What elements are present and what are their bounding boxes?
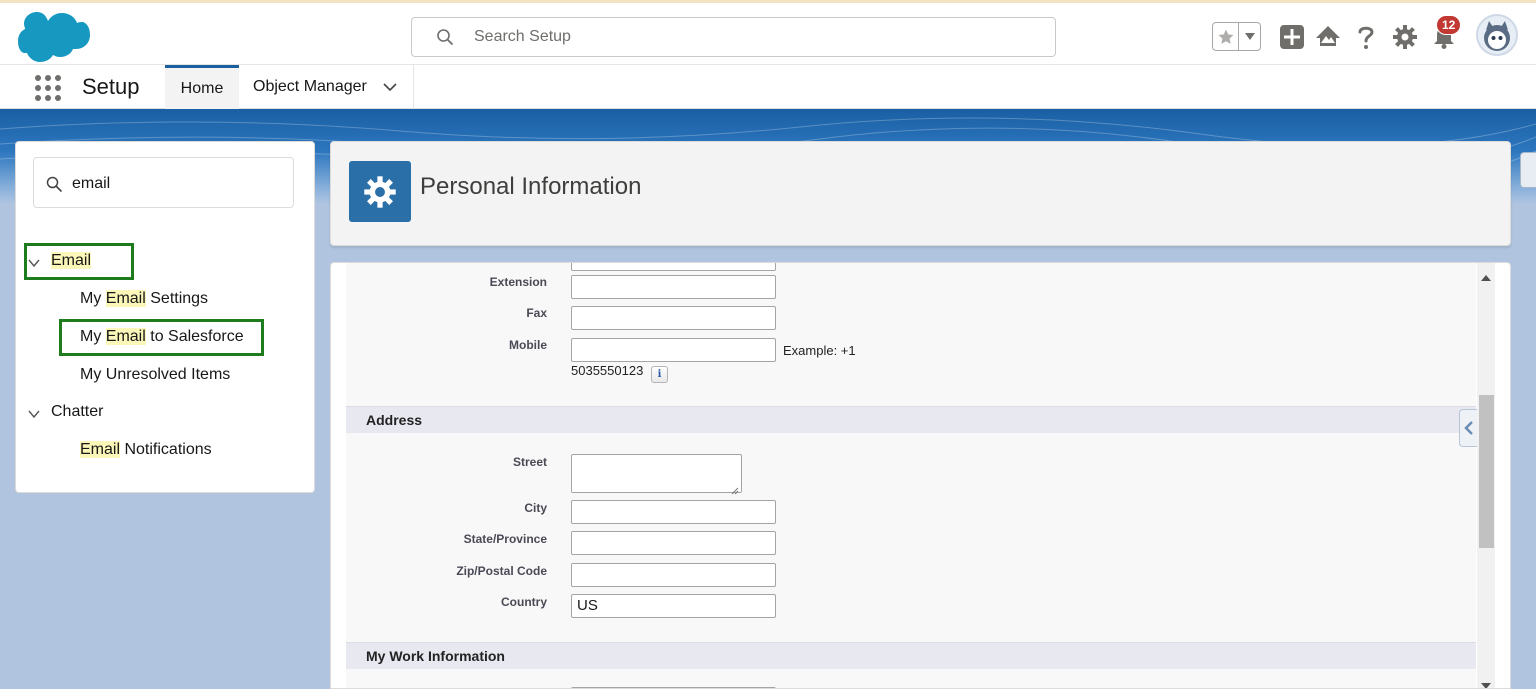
personal-information-form: Extension Fax Mobile Example: +1 5035550…: [346, 263, 1476, 688]
fax-field[interactable]: [571, 306, 776, 330]
country-label: Country: [501, 595, 547, 609]
country-field[interactable]: US: [571, 594, 776, 618]
tree-item-my-unresolved-items[interactable]: My Unresolved Items: [80, 366, 230, 384]
info-icon-glyph: i: [657, 369, 662, 380]
trailhead-icon[interactable]: [1314, 23, 1342, 51]
state-province-label: State/Province: [463, 532, 547, 546]
chevron-down-icon[interactable]: [383, 80, 397, 94]
app-launcher-icon[interactable]: [34, 74, 62, 102]
scrollbar-thumb[interactable]: [1479, 395, 1494, 548]
tab-object-manager-label: Object Manager: [253, 78, 367, 95]
salesforce-logo[interactable]: [18, 12, 90, 62]
collapse-panel-tab[interactable]: [1459, 409, 1477, 447]
global-header: 12: [0, 0, 1536, 65]
content-frame: Extension Fax Mobile Example: +1 5035550…: [330, 262, 1511, 689]
settings-gear-icon: [349, 161, 411, 222]
help-icon[interactable]: [1352, 23, 1380, 51]
street-label: Street: [512, 455, 547, 469]
page-header: Personal Information: [330, 141, 1511, 246]
work-information-section-header: My Work Information: [346, 642, 1476, 669]
page-title: Personal Information: [420, 173, 642, 200]
search-match-highlight: Email: [80, 441, 121, 458]
tab-object-manager[interactable]: Object Manager: [239, 65, 414, 109]
app-nav-bar: Setup Home Object Manager: [0, 65, 1536, 109]
tree-item-text: My: [80, 290, 106, 307]
tree-group-chatter-label: Chatter: [51, 403, 104, 420]
favorites-star-icon[interactable]: [1213, 23, 1240, 50]
tree-item-text: My Unresolved Items: [80, 366, 231, 383]
tree-item-my-email-settings[interactable]: My Email Settings: [80, 290, 208, 308]
highlight-box-email-to-salesforce: [59, 319, 264, 356]
mobile-field[interactable]: [571, 338, 776, 362]
tree-group-chatter[interactable]: Chatter: [51, 403, 103, 421]
global-actions-plus-icon[interactable]: [1278, 23, 1306, 51]
app-name: Setup: [82, 74, 140, 99]
mobile-example-text: Example: +1: [783, 343, 856, 358]
quick-find-input[interactable]: [72, 173, 282, 195]
highlight-box-email-group: [24, 243, 134, 280]
setup-gear-icon[interactable]: [1391, 23, 1419, 51]
search-icon: [436, 28, 454, 46]
city-field[interactable]: [571, 500, 776, 524]
mobile-example-number: 5035550123: [571, 363, 644, 378]
zip-postal-code-label: Zip/Postal Code: [456, 564, 547, 578]
tree-item-text: Settings: [145, 290, 209, 307]
fax-label: Fax: [526, 306, 547, 320]
extension-label: Extension: [489, 275, 547, 289]
user-avatar[interactable]: [1476, 14, 1518, 56]
vertical-scrollbar[interactable]: [1477, 263, 1495, 688]
resize-grip-icon[interactable]: [731, 482, 739, 495]
quick-find-box[interactable]: [33, 157, 294, 208]
mobile-label: Mobile: [509, 338, 547, 352]
chevron-down-icon[interactable]: [28, 407, 40, 419]
favorites-group: [1212, 22, 1261, 51]
state-province-field[interactable]: [571, 531, 776, 555]
city-label: City: [524, 501, 547, 515]
search-match-highlight: Email: [105, 290, 146, 307]
scroll-up-arrow-icon[interactable]: [1481, 269, 1491, 281]
street-textarea[interactable]: [571, 454, 742, 495]
setup-tree-panel: Email My Email Settings My Email to Sale…: [15, 141, 315, 493]
side-panel-toggle[interactable]: [1520, 152, 1536, 188]
search-setup-box[interactable]: [411, 17, 1056, 57]
info-icon[interactable]: i: [651, 366, 668, 383]
notification-count-badge: 12: [1436, 15, 1462, 35]
favorites-dropdown-icon[interactable]: [1239, 23, 1260, 50]
search-icon: [46, 176, 62, 192]
address-section-header: Address: [346, 406, 1476, 433]
tree-item-email-notifications[interactable]: Email Notifications: [80, 441, 212, 459]
search-setup-input[interactable]: [474, 26, 1034, 48]
extension-field[interactable]: [571, 275, 776, 299]
scroll-down-arrow-icon[interactable]: [1481, 677, 1491, 688]
tree-item-text: Notifications: [120, 441, 212, 458]
phone-field[interactable]: [571, 263, 776, 271]
tab-home[interactable]: Home: [165, 65, 239, 109]
zip-postal-code-field[interactable]: [571, 563, 776, 587]
